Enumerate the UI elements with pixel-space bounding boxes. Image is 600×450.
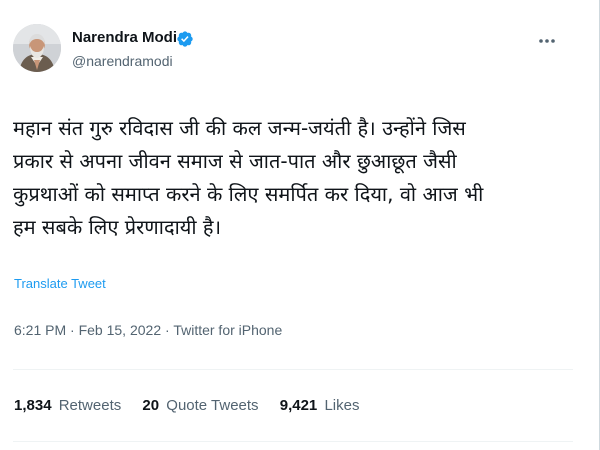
retweets-stat[interactable]: 1,834 Retweets — [14, 397, 121, 414]
more-options-button[interactable] — [536, 33, 558, 49]
translate-tweet-link[interactable]: Translate Tweet — [14, 276, 106, 291]
author-name[interactable]: Narendra Modi — [72, 29, 177, 46]
likes-stat[interactable]: 9,421 Likes — [280, 397, 360, 414]
tweet-text-line: महान संत गुरु रविदास जी की कल जन्म-जयंती… — [13, 116, 466, 140]
more-options-icon — [539, 39, 555, 43]
author-handle[interactable]: @narendramodi — [72, 53, 173, 69]
tweet-source[interactable]: Twitter for iPhone — [173, 322, 282, 338]
tweet-date[interactable]: Feb 15, 2022 — [79, 322, 162, 338]
likes-label: Likes — [324, 397, 360, 414]
quote-tweets-label: Quote Tweets — [166, 397, 259, 414]
divider — [13, 369, 573, 370]
verified-badge-icon — [177, 31, 193, 47]
divider — [13, 441, 573, 442]
retweets-count: 1,834 — [14, 397, 52, 414]
meta-separator: · — [70, 322, 75, 338]
quote-tweets-stat[interactable]: 20 Quote Tweets — [142, 397, 258, 414]
tweet-meta: 6:21 PM · Feb 15, 2022 · Twitter for iPh… — [14, 322, 282, 338]
likes-count: 9,421 — [279, 397, 318, 414]
meta-separator: · — [165, 322, 170, 338]
quote-tweets-count: 20 — [142, 397, 160, 414]
tweet-text-line: प्रकार से अपना जीवन समाज से जात-पात और छ… — [13, 149, 457, 173]
tweet-card: Narendra Modi @narendramodi महान संत गुर… — [0, 0, 600, 450]
avatar[interactable] — [13, 24, 61, 72]
tweet-stats: 1,834 Retweets 20 Quote Tweets 9,421 Lik… — [14, 397, 376, 414]
tweet-text-line: कुप्रथाओं को समाप्त करने के लिए समर्पित … — [13, 182, 484, 206]
tweet-text: महान संत गुरु रविदास जी की कल जन्म-जयंती… — [13, 112, 573, 244]
avatar-portrait-image — [13, 24, 61, 72]
tweet-time[interactable]: 6:21 PM — [14, 322, 66, 338]
tweet-text-line: हम सबके लिए प्रेरणादायी है। — [13, 215, 222, 239]
retweets-label: Retweets — [58, 397, 122, 414]
